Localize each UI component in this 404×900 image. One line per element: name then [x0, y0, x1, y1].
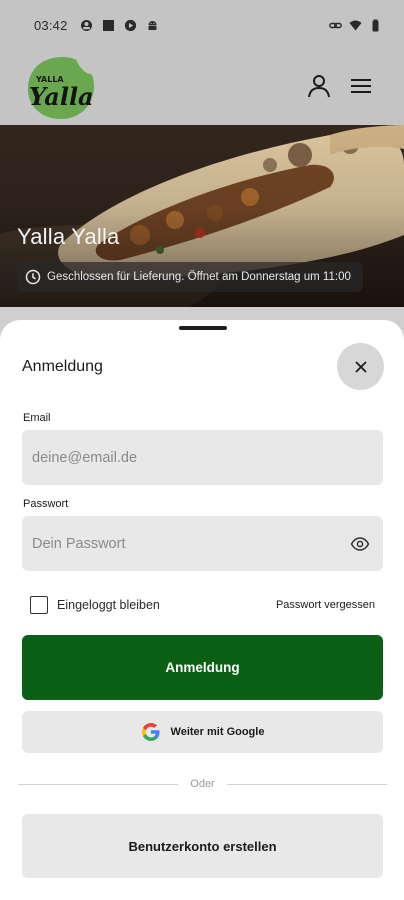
clock-icon [25, 269, 41, 285]
battery-icon [369, 19, 382, 32]
password-label: Passwort [23, 498, 69, 510]
logo[interactable]: YALLA Yalla [24, 54, 98, 122]
svg-text:Yalla: Yalla [29, 82, 94, 111]
show-password-button[interactable] [349, 533, 371, 555]
status-right [329, 19, 382, 32]
restaurant-name: Yalla Yalla [17, 224, 120, 249]
divider-text: Oder [190, 778, 215, 790]
hero-banner: Yalla Yalla Geschlossen für Lieferung. Ö… [0, 125, 404, 307]
google-button-label: Weiter mit Google [170, 726, 265, 738]
status-bar: 03:42 [0, 0, 404, 50]
menu-button[interactable] [347, 72, 375, 100]
google-icon [141, 723, 160, 741]
drag-handle[interactable] [179, 326, 227, 330]
android-icon [146, 19, 159, 32]
password-input[interactable] [32, 535, 332, 552]
divider-line-left [18, 783, 179, 785]
divider-line-right [226, 783, 387, 785]
link-icon [329, 19, 342, 32]
email-input[interactable] [32, 449, 332, 466]
status-time: 03:42 [34, 17, 68, 33]
close-button[interactable] [337, 343, 384, 390]
create-account-button[interactable]: Benutzerkonto erstellen [22, 814, 383, 878]
password-field[interactable] [22, 516, 383, 571]
or-divider: Oder [18, 776, 387, 792]
delivery-status-badge: Geschlossen für Lieferung. Öffnet am Don… [17, 262, 363, 292]
square-icon [102, 19, 115, 32]
shield-play-icon [124, 19, 137, 32]
logo-image: YALLA Yalla [27, 56, 95, 120]
sheet-title: Anmeldung [22, 358, 103, 375]
login-button[interactable]: Anmeldung [22, 635, 383, 700]
email-field[interactable] [22, 430, 383, 485]
email-label: Email [23, 412, 51, 424]
app-header: YALLA Yalla [0, 50, 404, 125]
status-left: 03:42 [34, 18, 159, 33]
close-icon [354, 360, 367, 373]
remember-me-checkbox[interactable] [30, 596, 48, 614]
remember-row: Eingeloggt bleiben Passwort vergessen [30, 594, 375, 616]
face-icon [80, 19, 93, 32]
forgot-password-link[interactable]: Passwort vergessen [276, 599, 375, 611]
account-icon [308, 75, 330, 98]
delivery-status-text: Geschlossen für Lieferung. Öffnet am Don… [47, 271, 351, 283]
wifi-icon [349, 19, 362, 32]
remember-me-label[interactable]: Eingeloggt bleiben [57, 598, 160, 612]
login-sheet: Anmeldung Email Passwort Eingeloggt blei… [0, 320, 404, 900]
google-signin-button[interactable]: Weiter mit Google [22, 711, 383, 753]
account-button[interactable] [305, 72, 333, 100]
eye-icon [350, 537, 370, 551]
menu-icon [351, 79, 371, 93]
